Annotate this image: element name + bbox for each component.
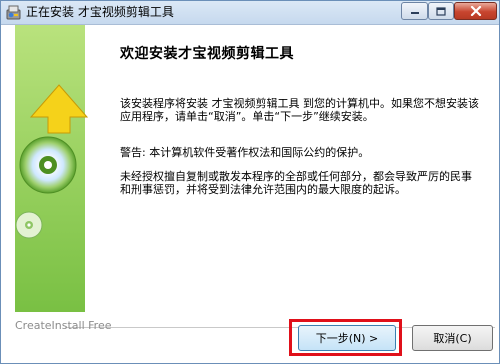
window-title: 正在安装 才宝视频剪辑工具 bbox=[26, 5, 174, 19]
maximize-icon bbox=[436, 6, 446, 16]
next-button-highlight bbox=[289, 319, 402, 356]
installer-brand-label: CreateInstall Free bbox=[15, 319, 112, 332]
install-intro-text: 该安装程序将安装 才宝视频剪辑工具 到您的计算机中。如果您不想安装该应用程序，请… bbox=[120, 97, 479, 123]
title-bar[interactable]: 正在安装 才宝视频剪辑工具 bbox=[1, 1, 499, 25]
installer-app-icon bbox=[6, 5, 21, 20]
minimize-button[interactable] bbox=[401, 2, 428, 20]
welcome-heading: 欢迎安装才宝视频剪辑工具 bbox=[120, 46, 294, 62]
installer-banner bbox=[2, 25, 99, 312]
minimize-icon bbox=[410, 12, 419, 14]
cancel-button[interactable]: 取消(C) bbox=[412, 325, 493, 351]
legal-notice-text: 未经授权擅自复制或散发本程序的全部或任何部分，都会导致严厉的民事和刑事惩罚，并将… bbox=[120, 170, 472, 196]
close-button[interactable] bbox=[454, 2, 497, 20]
cd-disc-icon bbox=[19, 136, 77, 194]
close-icon bbox=[470, 6, 481, 16]
installer-window: 正在安装 才宝视频剪辑工具 欢迎安装才宝视频剪辑工具 该安装程序将安装 才宝视频… bbox=[0, 0, 500, 364]
maximize-button[interactable] bbox=[428, 2, 454, 20]
banner-graphic bbox=[2, 25, 99, 312]
copyright-warning-text: 警告: 本计算机软件受著作权法和国际公约的保护。 bbox=[120, 146, 370, 159]
